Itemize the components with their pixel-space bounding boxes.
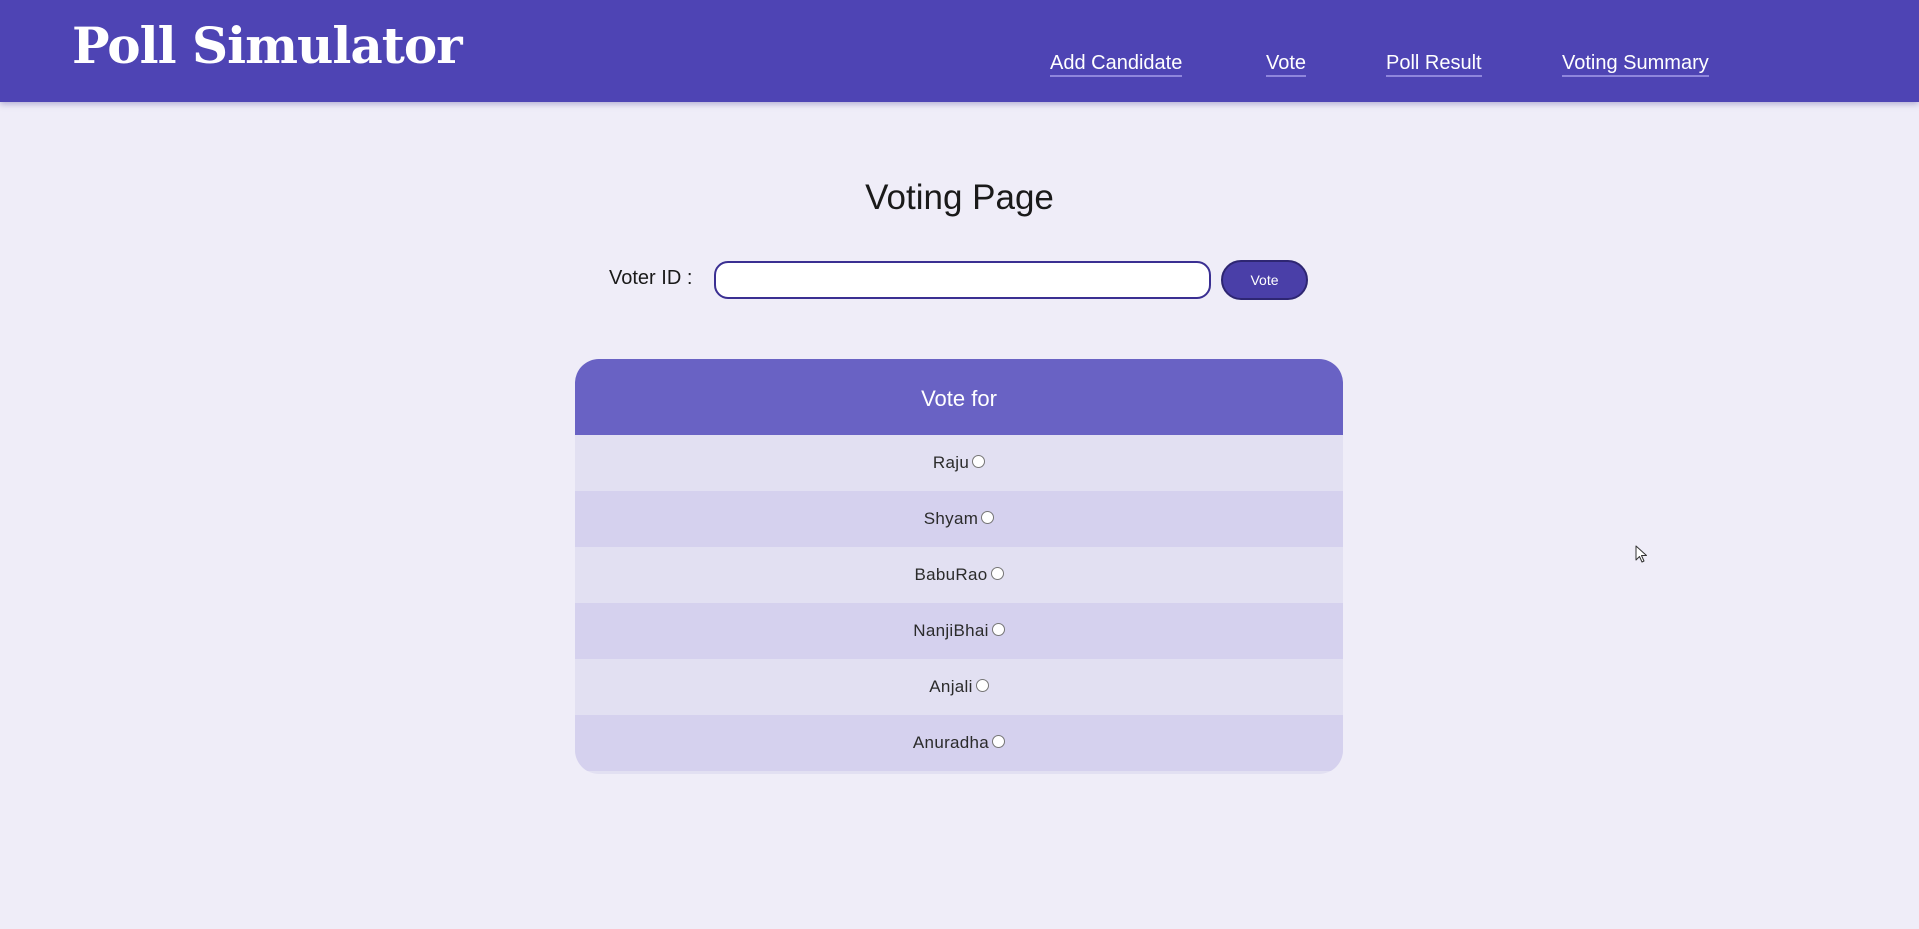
nav-vote[interactable]: Vote: [1266, 52, 1307, 77]
voter-id-input[interactable]: [714, 261, 1211, 299]
candidate-row[interactable]: NanjiBhai: [575, 603, 1343, 659]
candidate-name: Shyam: [923, 509, 979, 528]
candidate-name: Anjali: [929, 677, 973, 696]
vote-for-header: Vote for: [575, 359, 1343, 435]
brand-title[interactable]: Poll Simulator: [72, 18, 463, 73]
candidate-name: Raju: [932, 453, 970, 472]
candidate-row[interactable]: BabuRao: [575, 547, 1343, 603]
candidate-row[interactable]: Anuradha: [575, 715, 1343, 771]
radio-button-icon[interactable]: [975, 678, 989, 692]
voter-id-label: Voter ID :: [609, 267, 693, 289]
nav-voting-summary[interactable]: Voting Summary: [1562, 52, 1709, 77]
candidate-list: Raju Shyam BabuRao NanjiBhai Anjali Anuradha: [575, 435, 1343, 771]
radio-button-icon[interactable]: [992, 734, 1006, 748]
nav-add-candidate[interactable]: Add Candidate: [1050, 52, 1183, 77]
candidate-name: Anuradha: [912, 733, 990, 752]
page-title: Voting Page: [865, 178, 1054, 217]
candidate-row[interactable]: Raju: [575, 435, 1343, 491]
candidate-name: NanjiBhai: [913, 621, 989, 640]
mouse-pointer-icon: [1635, 545, 1647, 563]
vote-for-card: Vote for Raju Shyam BabuRao NanjiBhai Anjali…: [575, 359, 1343, 774]
radio-button-icon[interactable]: [991, 622, 1005, 636]
top-navbar: Poll Simulator Add Candidate Vote Poll R…: [0, 0, 1919, 102]
radio-button-icon[interactable]: [981, 510, 995, 524]
radio-button-icon[interactable]: [972, 454, 986, 468]
candidate-row[interactable]: Shyam: [575, 491, 1343, 547]
radio-button-icon[interactable]: [990, 566, 1004, 580]
vote-button[interactable]: Vote: [1221, 260, 1308, 300]
candidate-row[interactable]: Anjali: [575, 659, 1343, 715]
nav-poll-result[interactable]: Poll Result: [1386, 52, 1482, 77]
candidate-name: BabuRao: [914, 565, 988, 584]
